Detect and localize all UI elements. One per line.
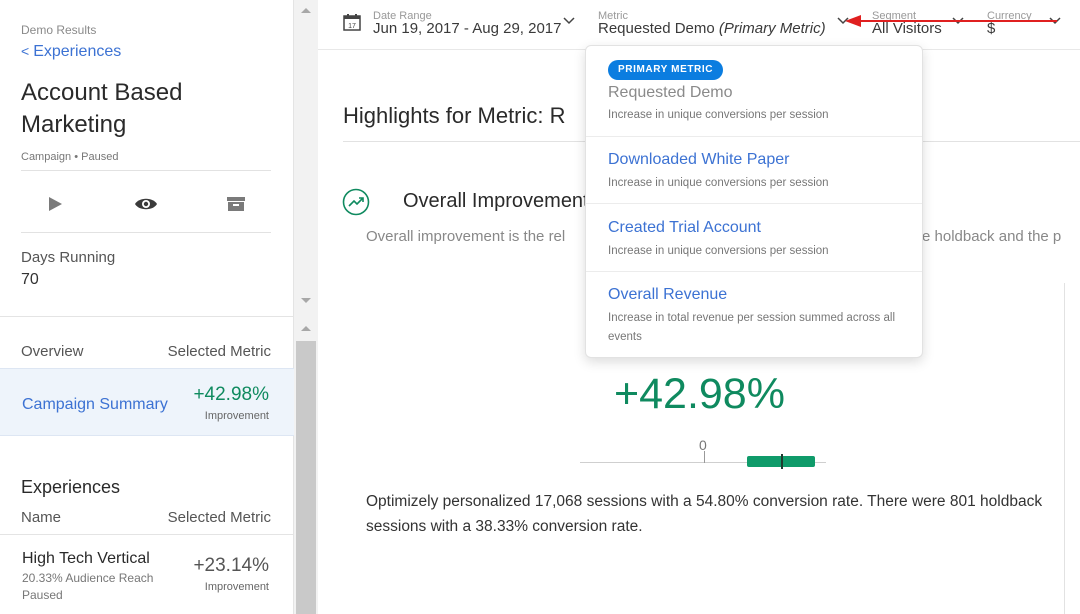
metric-value: Requested Demo (Primary Metric) <box>598 20 826 37</box>
metric-dropdown-menu: PRIMARY METRIC Requested Demo Increase i… <box>585 45 923 358</box>
metric-option-title: Requested Demo <box>608 84 733 101</box>
sidebar: Demo Results < Experiences Account Based … <box>0 0 294 614</box>
results-summary: Optimizely personalized 17,068 sessions … <box>366 493 1043 535</box>
metric-option-created-trial-account[interactable]: Created Trial Account Increase in unique… <box>586 204 922 272</box>
chevron-down-icon <box>563 17 575 25</box>
date-range-filter[interactable]: Date Range Jun 19, 2017 - Aug 29, 2017 <box>373 0 578 50</box>
overview-label: Overview <box>21 343 84 360</box>
chevron-left-icon: < <box>21 43 30 59</box>
metric-option-downloaded-white-paper[interactable]: Downloaded White Paper Increase in uniqu… <box>586 137 922 204</box>
calendar-day: 17 <box>348 23 356 30</box>
metric-filter[interactable]: Metric Requested Demo (Primary Metric) <box>598 0 853 50</box>
metric-option-title: Downloaded White Paper <box>608 151 790 168</box>
metric-option-title: Created Trial Account <box>608 219 761 236</box>
scroll-up-icon[interactable] <box>300 6 312 14</box>
days-running-value: 70 <box>21 271 39 288</box>
metric-option-title: Overall Revenue <box>608 286 728 303</box>
metric-option-description: Increase in total revenue per session su… <box>608 312 896 343</box>
date-range-value: Jun 19, 2017 - Aug 29, 2017 <box>373 20 562 37</box>
trend-up-icon <box>342 188 370 216</box>
metric-name: Requested Demo <box>598 20 715 37</box>
primary-metric-badge: PRIMARY METRIC <box>608 60 724 80</box>
annotation-arrow-icon <box>845 15 1057 27</box>
metric-option-description: Increase in unique conversions per sessi… <box>608 245 829 257</box>
axis-zero-tick <box>704 451 705 463</box>
eye-icon <box>135 198 157 210</box>
scroll-up-icon[interactable] <box>300 324 312 332</box>
campaign-meta: Campaign • Paused <box>21 151 118 163</box>
campaign-header: Demo Results < Experiences Account Based … <box>0 0 294 316</box>
days-running-label: Days Running <box>21 249 116 266</box>
experience-name: High Tech Vertical <box>22 550 150 567</box>
breadcrumb-link-text: Experiences <box>33 43 122 60</box>
campaign-status: Paused <box>81 151 119 163</box>
experiences-heading: Experiences <box>21 477 121 497</box>
play-button[interactable] <box>43 192 67 216</box>
improvement-value: +42.98% <box>614 370 785 418</box>
name-column-label: Name <box>21 509 62 526</box>
breadcrumb-label: Demo Results <box>21 23 97 37</box>
experience-value: +23.14% <box>193 555 269 576</box>
campaign-summary-row[interactable]: Campaign Summary +42.98% Improvement <box>0 368 294 436</box>
campaign-summary-sub: Improvement <box>204 410 269 422</box>
highlights-title: Highlights for Metric: R <box>343 103 566 128</box>
metric-option-description: Increase in unique conversions per sessi… <box>608 109 829 121</box>
axis-zero-label: 0 <box>699 437 707 453</box>
experience-reach: 20.33% Audience Reach <box>22 571 154 585</box>
divider <box>21 232 271 233</box>
scroll-down-icon[interactable] <box>300 297 312 305</box>
sidebar-top-scrollbar[interactable] <box>294 0 318 316</box>
archive-icon <box>227 197 245 211</box>
selected-metric-column-label: Selected Metric <box>167 509 271 526</box>
metric-option-description: Increase in unique conversions per sessi… <box>608 177 829 189</box>
overall-improvement-description: Overall improvement is the rel <box>366 228 566 245</box>
meta-separator: • <box>74 151 79 163</box>
scrollbar-thumb[interactable] <box>296 341 316 614</box>
results-navigation: Overview Selected Metric Campaign Summar… <box>0 316 294 614</box>
play-icon <box>49 197 62 211</box>
campaign-type: Campaign <box>21 151 72 163</box>
campaign-summary-label: Campaign Summary <box>22 396 168 413</box>
metric-option-overall-revenue[interactable]: Overall Revenue Increase in total revenu… <box>586 272 922 358</box>
confidence-estimate-mark <box>781 454 783 469</box>
metric-option-requested-demo[interactable]: PRIMARY METRIC Requested Demo Increase i… <box>586 46 922 137</box>
calendar-icon: 17 <box>343 14 361 31</box>
filter-bar: 17 Date Range Jun 19, 2017 - Aug 29, 201… <box>318 0 1080 50</box>
experience-row[interactable]: High Tech Vertical 20.33% Audience Reach… <box>0 534 294 614</box>
overall-improvement-title: Overall Improvement <box>403 190 589 212</box>
preview-button[interactable] <box>134 192 158 216</box>
breadcrumb-experiences-link[interactable]: < Experiences <box>21 43 121 61</box>
divider <box>21 170 271 171</box>
divider <box>1064 283 1065 614</box>
overall-improvement-description-cont: e holdback and the p <box>922 228 1062 245</box>
selected-metric-label: Selected Metric <box>167 343 271 360</box>
archive-button[interactable] <box>224 192 248 216</box>
metric-qualifier: (Primary Metric) <box>718 20 826 37</box>
campaign-title: Account Based Marketing <box>21 79 183 138</box>
experience-status: Paused <box>22 588 63 602</box>
campaign-summary-value: +42.98% <box>193 384 269 405</box>
experience-sub: Improvement <box>204 581 269 593</box>
